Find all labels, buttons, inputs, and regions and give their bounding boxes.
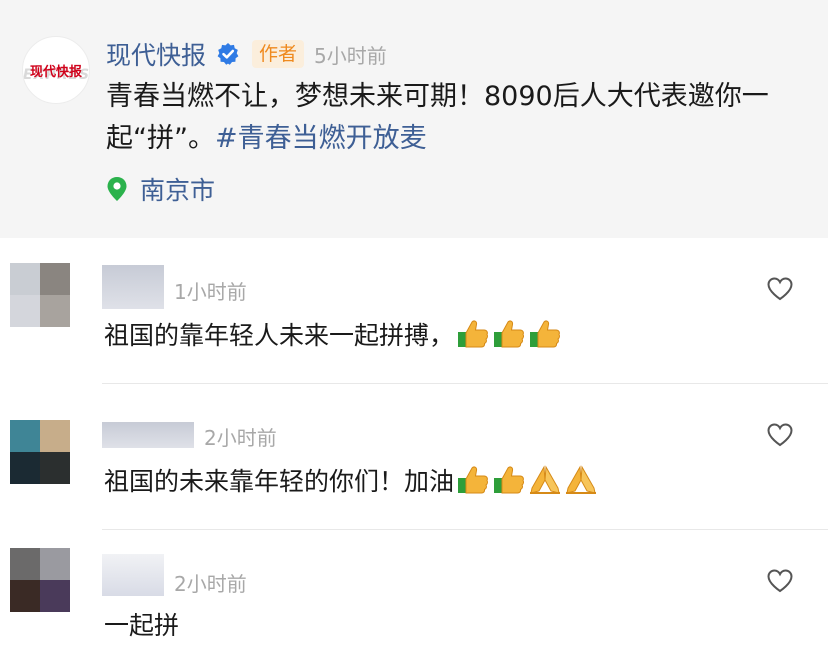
comment-text-row: 祖国的未来靠年轻的你们！加油 [104,462,598,498]
comment-time: 2小时前 [174,572,247,596]
verified-icon [217,43,239,65]
comment-item: 2小时前 一起拼 [0,530,828,662]
commenter-name-blurred[interactable] [102,554,164,596]
author-name[interactable]: 现代快报 [106,36,206,72]
post-body: 青春当燃不让，梦想未来可期！8090后人大代表邀你一起“拼”。 [106,81,769,154]
location-pin-icon [107,177,127,201]
avatar-pixel [40,295,70,327]
location-text: 南京市 [140,176,216,205]
author-row: 现代快报 作者 5小时前 [106,36,387,72]
like-heart-icon[interactable] [766,422,794,448]
avatar-pixel [40,452,70,484]
avatar-pixel [10,580,40,612]
avatar-pixel [40,548,70,580]
avatar-pixel [10,548,40,580]
thumbs-up-icon [494,466,525,494]
commenter-avatar[interactable] [10,548,70,612]
like-heart-icon[interactable] [766,568,794,594]
avatar-pixel [40,263,70,295]
avatar-pixel [40,580,70,612]
comment-text-row: 祖国的靠年轻人未来一起拼搏， [104,316,562,352]
location-tag[interactable]: 南京市 [106,170,215,208]
comment-text: 祖国的未来靠年轻的你们！加油 [104,467,455,496]
post-text: 青春当燃不让，梦想未来可期！8090后人大代表邀你一起“拼”。#青春当燃开放麦 [106,76,806,160]
commenter-avatar[interactable] [10,263,70,327]
post-card: EXPRESS 现代快报 现代快报 作者 5小时前 青春当燃不让，梦想未来可期！… [0,0,828,238]
commenter-avatar[interactable] [10,420,70,484]
avatar-pixel [10,295,40,327]
avatar-pixel [10,452,40,484]
comment-text: 一起拼 [104,611,180,640]
thumbs-up-icon [530,320,561,348]
comment-time: 2小时前 [204,426,277,450]
author-badge: 作者 [252,40,305,68]
avatar-pixel [10,420,40,452]
thumbs-up-icon [494,320,525,348]
pray-icon [566,465,597,494]
post-time: 5小时前 [314,43,387,68]
like-heart-icon[interactable] [766,276,794,302]
hashtag-link[interactable]: #青春当燃开放麦 [215,123,427,154]
comment-time: 1小时前 [174,280,247,304]
commenter-name-blurred[interactable] [102,265,164,309]
thumbs-up-icon [458,320,489,348]
commenter-name-blurred[interactable] [102,422,194,448]
logo-text: 现代快报 [29,64,82,80]
comment-text: 祖国的靠年轻人未来一起拼搏， [104,321,455,350]
avatar-pixel [10,263,40,295]
comment-item: 1小时前 祖国的靠年轻人未来一起拼搏， [0,238,828,384]
thumbs-up-icon [458,466,489,494]
avatar-pixel [40,420,70,452]
pray-icon [530,465,561,494]
comment-text-row: 一起拼 [104,606,179,642]
comment-item: 2小时前 祖国的未来靠年轻的你们！加油 [0,384,828,530]
author-avatar[interactable]: EXPRESS 现代快报 [22,36,90,104]
